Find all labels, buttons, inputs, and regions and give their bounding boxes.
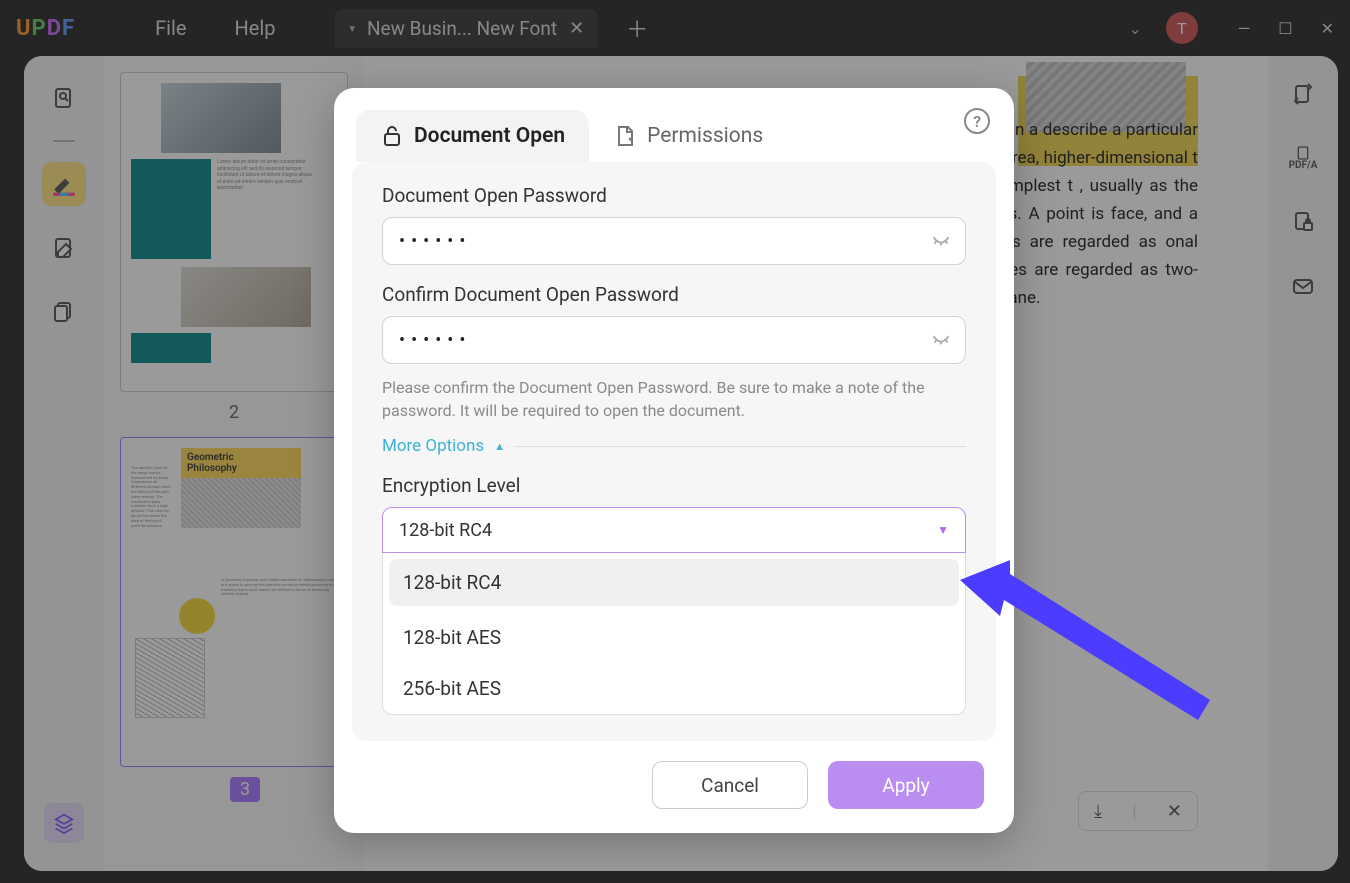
more-options-link[interactable]: More Options — [382, 436, 484, 456]
annotation-arrow — [960, 560, 1220, 744]
cancel-button[interactable]: Cancel — [652, 761, 808, 809]
modal-actions: Cancel Apply — [334, 761, 1014, 833]
eye-icon[interactable] — [930, 327, 952, 353]
help-icon[interactable]: ? — [964, 108, 990, 134]
eye-icon[interactable] — [930, 228, 952, 254]
label-encryption-level: Encryption Level — [382, 474, 966, 497]
input-open-password[interactable] — [382, 217, 966, 265]
apply-button[interactable]: Apply — [828, 761, 984, 809]
encryption-option-aes128[interactable]: 128-bit AES — [383, 612, 965, 663]
input-confirm-password[interactable] — [382, 316, 966, 364]
encryption-dropdown: 128-bit RC4 128-bit AES 256-bit AES — [382, 553, 966, 715]
tab-permissions[interactable]: Permissions — [589, 110, 787, 162]
caret-down-icon: ▼ — [937, 523, 949, 537]
encryption-option-aes256[interactable]: 256-bit AES — [383, 663, 965, 714]
modal-body: Document Open Password Confirm Document … — [352, 162, 996, 741]
encryption-select[interactable]: 128-bit RC4 ▼ — [382, 507, 966, 553]
collapse-icon: ▲ — [494, 440, 505, 453]
modal-tabs: Document Open Permissions — [334, 88, 1014, 162]
label-confirm-password: Confirm Document Open Password — [382, 283, 966, 306]
tab-document-open[interactable]: Document Open — [356, 110, 589, 162]
encryption-option-rc4[interactable]: 128-bit RC4 — [389, 559, 959, 606]
helper-text: Please confirm the Document Open Passwor… — [382, 376, 966, 422]
security-modal: ? Document Open Permissions Document Ope… — [334, 88, 1014, 833]
label-open-password: Document Open Password — [382, 184, 966, 207]
